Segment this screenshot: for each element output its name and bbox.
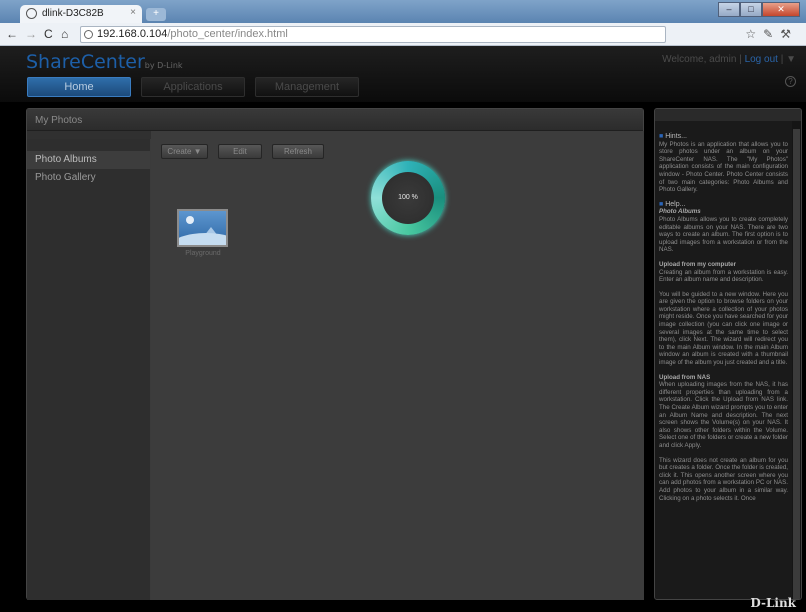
- edit-button[interactable]: Edit: [218, 144, 262, 159]
- browser-tools: ☆✎⚒: [745, 27, 798, 41]
- progress-label: 100 %: [382, 172, 434, 224]
- main-nav: Home Applications Management: [27, 77, 359, 97]
- help-title: Help...: [665, 200, 686, 208]
- logout-link[interactable]: Log out: [745, 54, 778, 65]
- bullet-icon: ■: [659, 200, 664, 208]
- nav-home[interactable]: Home: [27, 77, 131, 97]
- browser-window: dlink-D3C82B × + – □ ✕ ← → C ⌂ 192.168.0…: [0, 0, 806, 612]
- star-icon[interactable]: ☆: [745, 27, 763, 41]
- browser-tab[interactable]: dlink-D3C82B ×: [20, 5, 142, 23]
- home-icon[interactable]: ⌂: [61, 27, 68, 41]
- album-caption: Playground: [185, 250, 221, 257]
- maximize-icon[interactable]: □: [740, 2, 762, 17]
- album-content: Create ▼ Edit Refresh 100 % Playground: [151, 131, 644, 600]
- photo-sidebar: Photo Albums Photo Gallery: [27, 139, 151, 600]
- help-scrollbar[interactable]: [792, 121, 801, 599]
- dlink-footer-logo: D-Link: [750, 596, 796, 610]
- help-text: ■ Hints... My Photos is an application t…: [655, 121, 792, 599]
- close-window-icon[interactable]: ✕: [762, 2, 800, 17]
- new-tab-button[interactable]: +: [146, 8, 166, 21]
- nav-applications[interactable]: Applications: [141, 77, 245, 97]
- album-toolbar: Create ▼ Edit Refresh: [161, 144, 324, 159]
- sharecenter-logo: ShareCenterby D-Link: [26, 51, 183, 73]
- forward-arrow-icon[interactable]: →: [25, 27, 37, 41]
- album-item[interactable]: Playground: [177, 209, 229, 263]
- pen-icon[interactable]: ✎: [763, 27, 780, 41]
- sun-shape: [186, 216, 194, 224]
- logo-text: ShareCenter: [26, 51, 145, 73]
- dropdown-icon[interactable]: | ▼: [781, 54, 796, 65]
- app-header: ShareCenterby D-Link Welcome, admin | Lo…: [0, 46, 806, 102]
- hints-heading: ■ Hints...: [659, 133, 788, 141]
- globe-icon: [26, 8, 37, 19]
- url-path: /photo_center/index.html: [167, 28, 288, 40]
- tab-bar: dlink-D3C82B × + – □ ✕: [0, 0, 806, 23]
- albums-text: Photo Albums allows you to create comple…: [659, 215, 788, 254]
- back-arrow-icon[interactable]: ←: [6, 27, 18, 41]
- hints-text: My Photos is an application that allows …: [659, 140, 788, 194]
- hill-shape: [179, 233, 226, 245]
- bullet-icon: ■: [659, 133, 664, 140]
- upload-nas-text: When uploading images from the NAS, it h…: [659, 381, 788, 449]
- logo-sub: by D-Link: [144, 61, 183, 70]
- albums-title: Photo Albums: [659, 208, 701, 216]
- url-host: 192.168.0.104: [97, 28, 168, 40]
- tab-close-icon[interactable]: ×: [130, 7, 136, 18]
- my-photos-panel: My Photos Photo Albums Photo Gallery Cre…: [26, 108, 644, 600]
- help-panel-header: [655, 109, 801, 121]
- welcome-label: Welcome, admin |: [662, 54, 742, 65]
- url-input[interactable]: 192.168.0.104/photo_center/index.html: [80, 26, 666, 43]
- welcome-text: Welcome, admin | Log out | ▼: [662, 54, 796, 65]
- reload-icon[interactable]: C: [44, 27, 53, 41]
- wrench-icon[interactable]: ⚒: [780, 27, 798, 41]
- sidebar-item-photo-gallery[interactable]: Photo Gallery: [27, 169, 150, 187]
- wizard-text: This wizard does not create an album for…: [659, 456, 788, 502]
- panel-title: My Photos: [27, 109, 643, 131]
- upload-nas-title: Upload from NAS: [659, 373, 711, 381]
- minimize-icon[interactable]: –: [718, 2, 740, 17]
- upload-computer-title: Upload from my computer: [659, 260, 737, 268]
- hints-title: Hints...: [665, 133, 687, 140]
- scroll-thumb[interactable]: [793, 129, 800, 599]
- window-controls: – □ ✕: [718, 2, 800, 17]
- nav-management[interactable]: Management: [255, 77, 359, 97]
- upload-computer-text: Creating an album from a workstation is …: [659, 268, 788, 284]
- tab-title: dlink-D3C82B: [42, 8, 104, 19]
- address-bar: ← → C ⌂ 192.168.0.104/photo_center/index…: [0, 23, 806, 46]
- guided-text: You will be guided to a new window. Here…: [659, 290, 788, 367]
- help-panel: ■ Hints... My Photos is an application t…: [654, 108, 802, 600]
- sidebar-item-photo-albums[interactable]: Photo Albums: [27, 151, 150, 169]
- help-heading: ■ Help...: [659, 201, 788, 209]
- refresh-button[interactable]: Refresh: [272, 144, 324, 159]
- album-thumbnail[interactable]: [177, 209, 228, 247]
- create-button[interactable]: Create ▼: [161, 144, 208, 159]
- help-icon[interactable]: ?: [785, 76, 796, 87]
- progress-ring: 100 %: [371, 161, 445, 235]
- page-icon: [84, 30, 93, 39]
